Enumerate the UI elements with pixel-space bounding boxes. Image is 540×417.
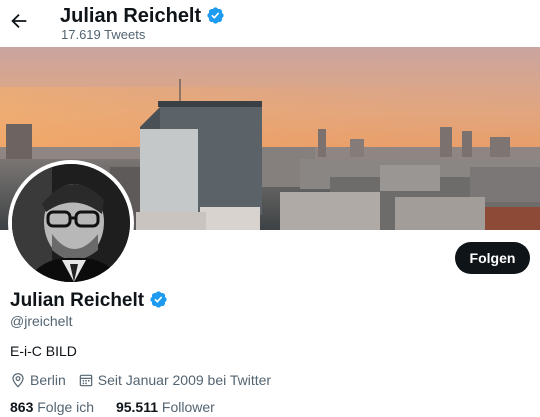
following-count: 863	[10, 399, 34, 415]
follow-button[interactable]: Folgen	[455, 242, 530, 274]
location-text: Berlin	[30, 372, 66, 388]
followers-link[interactable]: 95.511 Follower	[116, 399, 215, 415]
location-pin-icon	[12, 373, 24, 388]
following-link[interactable]: 863 Folge ich	[10, 399, 94, 415]
profile-bio: E-i-C BILD	[10, 343, 77, 359]
profile-display-name: Julian Reichelt	[10, 290, 145, 311]
location-item: Berlin	[10, 372, 66, 388]
joined-text: Seit Januar 2009 bei Twitter	[97, 372, 272, 388]
avatar[interactable]	[8, 160, 134, 286]
profile-header: Julian Reichelt 17.619 Tweets	[0, 0, 540, 47]
calendar-icon	[79, 374, 93, 387]
profile-handle: @jreichelt	[10, 313, 73, 329]
followers-count: 95.511	[115, 399, 159, 415]
verified-badge-icon	[206, 6, 225, 31]
joined-item: Seit Januar 2009 bei Twitter	[78, 372, 271, 388]
verified-badge-icon	[149, 290, 168, 316]
profile-stats: 863 Folge ich 95.511 Follower	[10, 398, 233, 416]
tweet-count: 17.619 Tweets	[61, 27, 146, 42]
profile-meta: Berlin Seit Januar 2009 bei Twitter	[10, 370, 283, 390]
header-name: Julian Reichelt	[60, 5, 202, 27]
avatar-image	[12, 164, 130, 282]
arrow-left-icon[interactable]	[8, 8, 30, 34]
followers-label: Follower	[161, 399, 215, 415]
following-label: Folge ich	[37, 399, 95, 415]
